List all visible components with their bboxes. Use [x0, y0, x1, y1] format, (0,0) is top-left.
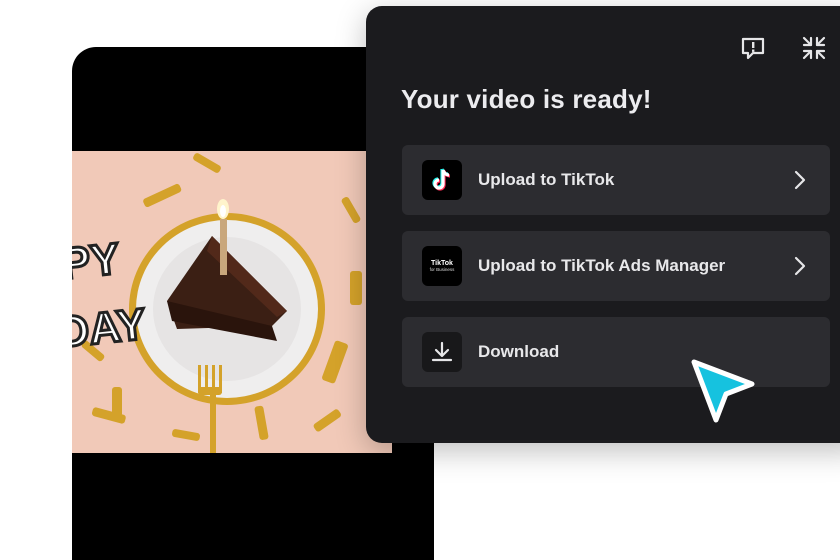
tiktok-logo-icon — [422, 160, 462, 200]
export-panel: Your video is ready! Upload to TikTok Ti… — [366, 6, 840, 443]
ads-logo-sub: for Business — [429, 267, 455, 272]
stage: PY DAY Your video is ready! Upload to Ti… — [0, 0, 840, 560]
feedback-icon[interactable] — [739, 34, 767, 62]
upload-to-ads-manager-label: Upload to TikTok Ads Manager — [478, 256, 726, 275]
tiktok-for-business-icon: TikTok for Business — [422, 246, 462, 286]
download-button[interactable]: Download — [402, 317, 830, 387]
video-thumbnail: PY DAY — [72, 151, 392, 453]
upload-to-tiktok-label: Upload to TikTok — [478, 170, 615, 189]
upload-to-tiktok-ads-manager-button[interactable]: TikTok for Business Upload to TikTok Ads… — [402, 231, 830, 301]
overlay-text-bottom: DAY — [72, 299, 148, 357]
download-icon — [422, 332, 462, 372]
cursor-pointer-icon — [691, 359, 755, 423]
overlay-text-top: PY — [72, 234, 122, 289]
collapse-icon[interactable] — [800, 34, 828, 62]
chevron-right-icon — [794, 170, 806, 190]
ads-logo-wordmark: TikTok — [431, 260, 453, 267]
chevron-right-icon — [794, 256, 806, 276]
panel-title: Your video is ready! — [401, 84, 652, 114]
download-label: Download — [478, 342, 560, 361]
upload-to-tiktok-button[interactable]: Upload to TikTok — [402, 145, 830, 215]
